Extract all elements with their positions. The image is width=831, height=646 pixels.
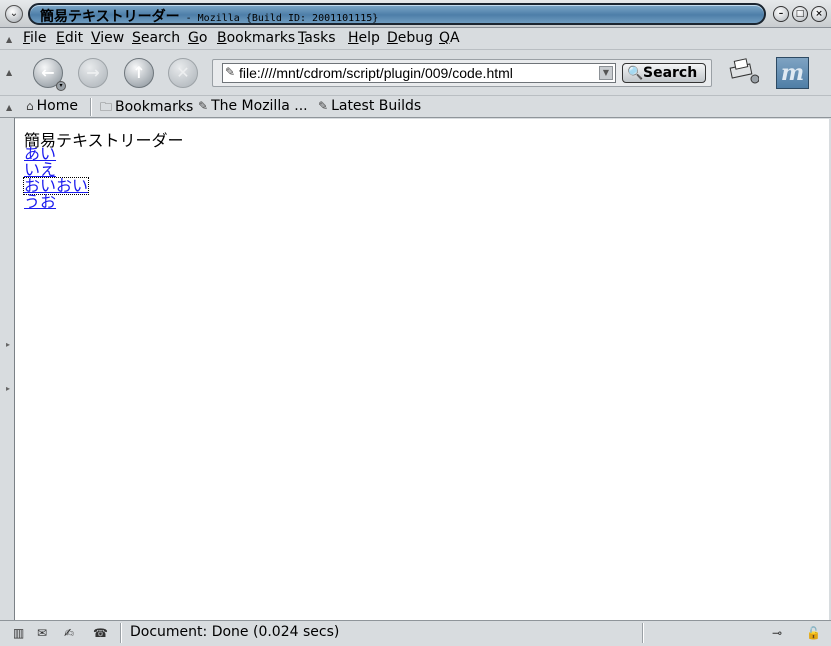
menu-help[interactable]: Help bbox=[348, 30, 380, 46]
menu-qa[interactable]: QA bbox=[439, 30, 460, 46]
menu-tasks[interactable]: Tasks bbox=[298, 30, 336, 46]
page-proxy-icon[interactable]: ✎ bbox=[225, 65, 235, 79]
bookmarks-label: Bookmarks bbox=[115, 99, 194, 115]
menu-bar: ▲ File Edit View Search Go Bookmarks Tas… bbox=[0, 28, 831, 50]
navigation-toolbar: ▲ ← ▾ → ↑ ✕ ✎ file:////mnt/cdrom/script/… bbox=[0, 50, 831, 96]
back-history-dropdown-icon[interactable]: ▾ bbox=[56, 81, 66, 91]
forward-arrow-icon: → bbox=[86, 63, 100, 82]
window-title-main: 簡易テキストリーダー bbox=[40, 9, 180, 25]
home-label: Home bbox=[36, 98, 78, 114]
stop-icon: ✕ bbox=[176, 63, 190, 82]
window-title-suffix: - Mozilla {Build ID: 2001101115} bbox=[179, 13, 379, 24]
reload-button[interactable]: ↑ bbox=[124, 58, 154, 88]
personal-toolbar: ▲ ⌂ Home 🗀 Bookmarks ✎ The Mozilla ... ✎ Lat… bbox=[0, 96, 831, 118]
bookmark-mozilla-label: The Mozilla ... bbox=[211, 98, 308, 114]
menu-go[interactable]: Go bbox=[188, 30, 207, 46]
search-icon: 🔍 bbox=[627, 66, 644, 81]
address-book-icon[interactable]: ☎ bbox=[93, 626, 108, 640]
minimize-icon[interactable]: – bbox=[773, 6, 789, 22]
url-history-dropdown-icon[interactable]: ▼ bbox=[599, 66, 613, 80]
back-arrow-icon: ← bbox=[41, 63, 55, 82]
bookmark-icon: ✎ bbox=[318, 99, 329, 113]
search-button-label: Search bbox=[643, 65, 698, 81]
bookmark-latest-label: Latest Builds bbox=[331, 98, 422, 114]
reload-icon: ↑ bbox=[132, 63, 146, 82]
online-status-icon[interactable]: ⊸ bbox=[772, 626, 782, 640]
sidebar-expand-icon[interactable]: ▸ bbox=[6, 384, 10, 393]
bookmark-icon: ✎ bbox=[198, 99, 209, 113]
back-button[interactable]: ← ▾ bbox=[33, 58, 66, 91]
navigator-icon[interactable]: ▥ bbox=[13, 626, 24, 640]
menu-search[interactable]: Search bbox=[132, 30, 180, 46]
mozilla-logo-icon[interactable]: m bbox=[776, 57, 809, 89]
home-icon: ⌂ bbox=[26, 99, 34, 113]
stop-button[interactable]: ✕ bbox=[168, 58, 198, 88]
forward-button[interactable]: → bbox=[78, 58, 108, 88]
toolbar-grip-icon[interactable]: ▲ bbox=[6, 35, 12, 44]
status-separator bbox=[120, 623, 122, 643]
address-toolbar: ✎ file:////mnt/cdrom/script/plugin/009/c… bbox=[212, 59, 712, 87]
mail-icon[interactable]: ✉ bbox=[37, 626, 47, 640]
menu-bookmarks[interactable]: Bookmarks bbox=[217, 30, 295, 46]
sidebar-expand-icon[interactable]: ▸ bbox=[6, 340, 10, 349]
menu-view[interactable]: View bbox=[91, 30, 124, 46]
menu-debug[interactable]: Debug bbox=[387, 30, 433, 46]
status-separator bbox=[642, 623, 644, 643]
bookmark-mozilla[interactable]: ✎ The Mozilla ... bbox=[198, 98, 308, 114]
security-lock-icon: 🔓 bbox=[806, 626, 821, 640]
toolbar-separator bbox=[90, 98, 92, 116]
window-titlebar: ⌄ 簡易テキストリーダー - Mozilla {Build ID: 200110… bbox=[0, 0, 831, 28]
folder-icon: 🗀 bbox=[100, 100, 113, 114]
bookmarks-button[interactable]: 🗀 Bookmarks bbox=[100, 98, 193, 119]
page-content: 簡易テキストリーダー あい いえ おいおい うお bbox=[15, 119, 829, 620]
home-button[interactable]: ⌂ Home bbox=[26, 98, 78, 114]
bookmark-latest-builds[interactable]: ✎ Latest Builds bbox=[318, 98, 421, 114]
window-title: 簡易テキストリーダー - Mozilla {Build ID: 20011011… bbox=[40, 6, 378, 26]
url-input[interactable]: ✎ file:////mnt/cdrom/script/plugin/009/c… bbox=[222, 63, 616, 83]
search-button[interactable]: 🔍 Search bbox=[622, 63, 706, 83]
url-text: file:////mnt/cdrom/script/plugin/009/cod… bbox=[239, 65, 513, 81]
menu-file[interactable]: File bbox=[23, 30, 46, 46]
status-bar: ▥ ✉ ✍ ☎ Document: Done (0.024 secs) ⊸ 🔓 bbox=[0, 620, 831, 646]
maximize-icon[interactable]: □ bbox=[792, 6, 808, 22]
toolbar-grip-icon[interactable]: ▲ bbox=[6, 103, 12, 112]
window-menu-icon[interactable]: ⌄ bbox=[5, 5, 23, 23]
status-text: Document: Done (0.024 secs) bbox=[130, 624, 340, 640]
print-icon[interactable] bbox=[727, 58, 759, 86]
composer-icon[interactable]: ✍ bbox=[64, 626, 74, 640]
window-title-pill: 簡易テキストリーダー - Mozilla {Build ID: 20011011… bbox=[28, 3, 766, 25]
close-icon[interactable]: × bbox=[811, 6, 827, 22]
menu-edit[interactable]: Edit bbox=[56, 30, 83, 46]
page-link-uo[interactable]: うお bbox=[24, 194, 56, 210]
toolbar-grip-icon[interactable]: ▲ bbox=[6, 68, 12, 77]
sidebar-splitter[interactable]: ▸ ▸ bbox=[0, 118, 15, 620]
